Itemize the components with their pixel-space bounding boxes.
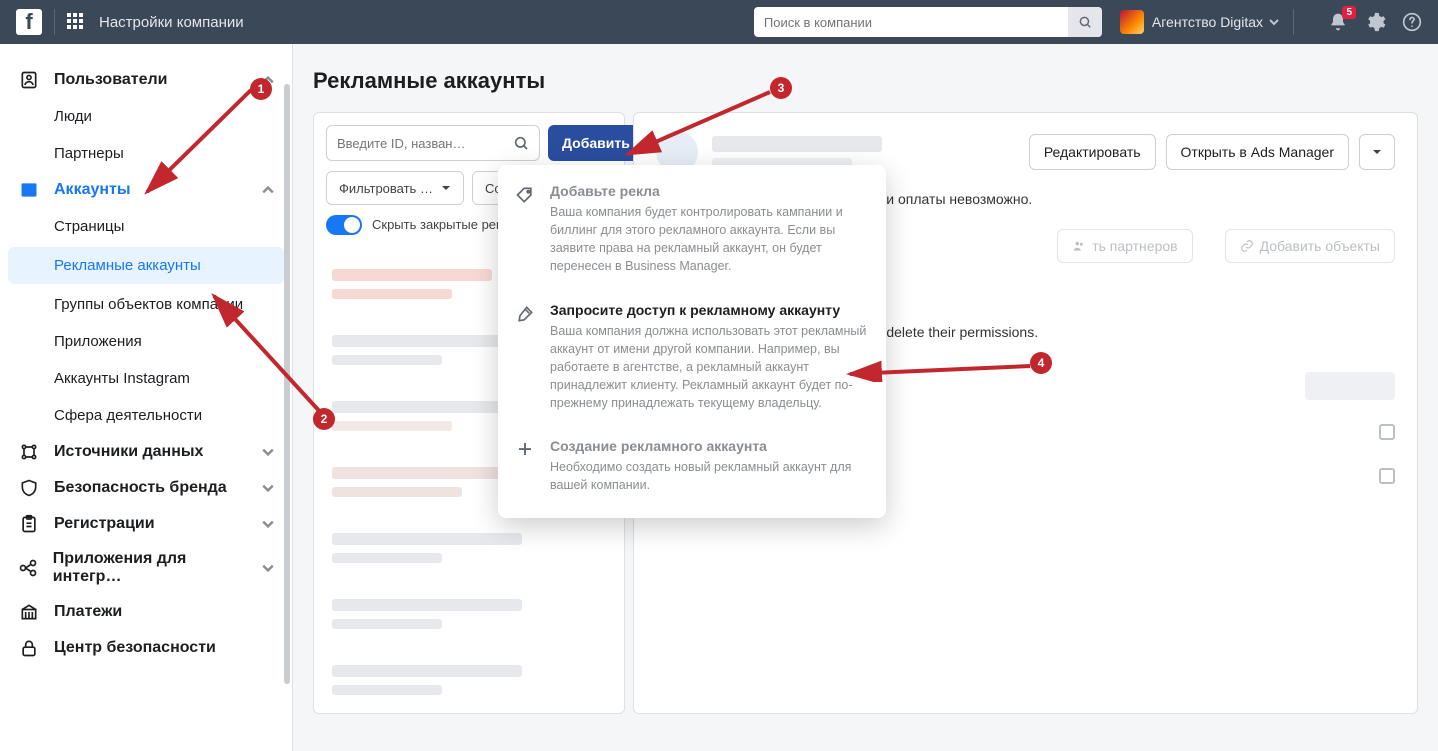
- company-logo: [1120, 10, 1144, 34]
- chevron-down-icon: [1372, 147, 1382, 157]
- notifications-button[interactable]: 5: [1328, 12, 1348, 32]
- sidebar-section-label: Регистрации: [54, 515, 155, 533]
- sidebar-section-integrations[interactable]: Приложения для интегр…: [0, 542, 292, 594]
- accounts-search-input[interactable]: [337, 136, 513, 151]
- sidebar-item-pages[interactable]: Страницы: [0, 208, 292, 245]
- top-bar: f Настройки компании Агентство Digitax 5: [0, 0, 1438, 44]
- chevron-down-icon: [441, 183, 451, 193]
- global-search-button[interactable]: [1068, 7, 1102, 37]
- company-selector[interactable]: Агентство Digitax: [1120, 10, 1279, 34]
- sidebar-item-ad-accounts[interactable]: Рекламные аккаунты: [8, 247, 284, 284]
- filter-label: Фильтровать …: [339, 181, 433, 196]
- dropdown-item-create-account[interactable]: Создание рекламного аккаунта Необходимо …: [498, 426, 886, 508]
- data-sources-icon: [18, 442, 40, 462]
- more-actions-button[interactable]: [1359, 134, 1395, 170]
- annotation-marker-3: 3: [770, 77, 792, 99]
- company-name: Агентство Digitax: [1152, 14, 1263, 30]
- annotation-marker-2: 2: [313, 408, 335, 430]
- accounts-search[interactable]: [326, 125, 540, 161]
- sidebar-section-brand-safety[interactable]: Безопасность бренда: [0, 470, 292, 506]
- dropdown-item-desc: Ваша компания должна использовать этот р…: [550, 322, 870, 413]
- search-icon: [513, 135, 529, 151]
- tag-icon: [512, 185, 538, 276]
- sidebar-section-security[interactable]: Центр безопасности: [0, 630, 292, 666]
- link-icon: [1240, 239, 1254, 253]
- chevron-down-icon: [262, 482, 274, 494]
- notification-badge: 5: [1342, 6, 1356, 19]
- dropdown-item-add-account[interactable]: Добавьте рекла Ваша компания будет контр…: [498, 171, 886, 290]
- dropdown-item-request-access[interactable]: Запросите доступ к рекламному аккаунту В…: [498, 290, 886, 427]
- global-search-input[interactable]: [764, 15, 1068, 30]
- annotation-arrow-1: [133, 78, 261, 206]
- edit-button[interactable]: Редактировать: [1029, 134, 1156, 170]
- sidebar-section-data-sources[interactable]: Источники данных: [0, 434, 292, 470]
- payments-icon: [18, 602, 40, 622]
- settings-button[interactable]: [1364, 11, 1386, 33]
- sidebar-section-registrations[interactable]: Регистрации: [0, 506, 292, 542]
- list-item[interactable]: [326, 647, 612, 713]
- dropdown-item-desc: Необходимо создать новый рекламный аккау…: [550, 458, 870, 494]
- divider: [54, 9, 55, 35]
- users-icon: [18, 70, 40, 90]
- clipboard-icon: [18, 514, 40, 534]
- facebook-logo[interactable]: f: [16, 9, 42, 35]
- row-action-placeholder: [1305, 372, 1395, 400]
- global-search[interactable]: [754, 7, 1102, 37]
- integrations-icon: [18, 558, 39, 578]
- divider: [1293, 9, 1294, 35]
- annotation-arrow-3: [618, 88, 778, 166]
- brush-icon: [512, 304, 538, 413]
- filter-button[interactable]: Фильтровать …: [326, 171, 464, 205]
- main-content: Рекламные аккаунты Добавить Фильтровать …: [293, 44, 1438, 751]
- lock-icon: [18, 638, 40, 658]
- add-partners-button[interactable]: ть партнеров: [1057, 229, 1192, 263]
- hide-closed-toggle[interactable]: [326, 215, 362, 235]
- dropdown-item-title: Добавьте рекла: [550, 183, 870, 199]
- dropdown-item-title: Запросите доступ к рекламному аккаунту: [550, 302, 870, 318]
- page-title: Рекламные аккаунты: [313, 68, 1418, 94]
- sidebar-section-label: Платежи: [54, 603, 122, 621]
- list-item[interactable]: [326, 515, 612, 581]
- apps-grid-icon[interactable]: [67, 13, 85, 31]
- open-ads-manager-button[interactable]: Открыть в Ads Manager: [1166, 134, 1349, 170]
- chevron-up-icon: [262, 184, 274, 196]
- gear-icon: [1364, 11, 1386, 33]
- shield-icon: [18, 478, 40, 498]
- add-dropdown: Добавьте рекла Ваша компания будет контр…: [498, 165, 886, 518]
- help-icon: [1402, 12, 1422, 32]
- plus-icon: [512, 440, 538, 494]
- annotation-marker-1: 1: [250, 78, 272, 100]
- add-objects-button[interactable]: Добавить объекты: [1225, 229, 1395, 263]
- chevron-down-icon: [262, 562, 274, 574]
- people-icon: [1072, 239, 1086, 253]
- sidebar-section-label: Источники данных: [54, 443, 203, 461]
- annotation-marker-4: 4: [1030, 352, 1052, 374]
- list-item[interactable]: [326, 581, 612, 647]
- sidebar-section-label: Аккаунты: [54, 181, 131, 199]
- annotation-arrow-4: [842, 358, 1040, 382]
- chevron-down-icon: [262, 446, 274, 458]
- chevron-down-icon: [1269, 17, 1279, 27]
- chevron-down-icon: [262, 518, 274, 530]
- chevron-icon: [1379, 424, 1395, 440]
- sidebar-section-label: Приложения для интегр…: [53, 550, 248, 586]
- accounts-icon: [18, 180, 40, 200]
- accounts-list-panel: Добавить Фильтровать … Со… Скрыть закр: [313, 112, 625, 714]
- dropdown-item-desc: Ваша компания будет контролировать кампа…: [550, 203, 870, 276]
- sidebar-section-payments[interactable]: Платежи: [0, 594, 292, 630]
- dropdown-item-title: Создание рекламного аккаунта: [550, 438, 870, 454]
- sidebar-section-label: Центр безопасности: [54, 639, 216, 657]
- chevron-icon: [1379, 468, 1395, 484]
- sidebar-section-label: Безопасность бренда: [54, 479, 227, 497]
- help-button[interactable]: [1402, 12, 1422, 32]
- top-bar-title: Настройки компании: [99, 14, 244, 31]
- search-icon: [1078, 15, 1092, 29]
